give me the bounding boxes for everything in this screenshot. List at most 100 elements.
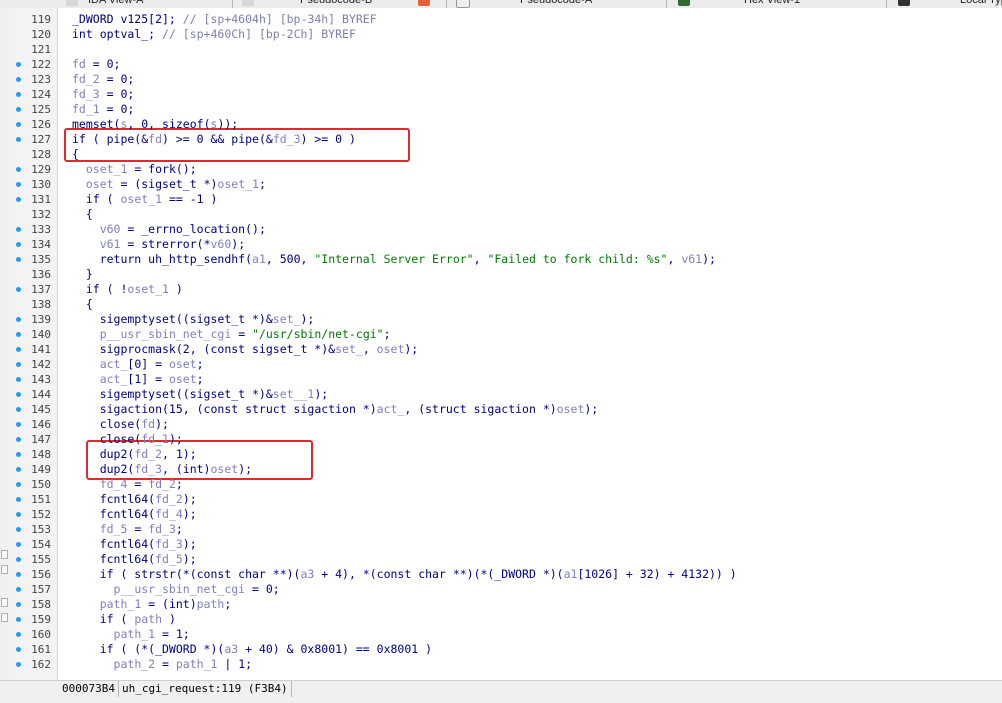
code-line[interactable]: {	[72, 147, 79, 162]
breakpoint-dot-icon[interactable]	[16, 107, 21, 112]
breakpoint-dot-icon[interactable]	[16, 647, 21, 652]
code-line[interactable]: close(fd_1);	[72, 432, 183, 447]
line-number: 124	[31, 88, 51, 101]
code-line[interactable]: dup2(fd_2, 1);	[72, 447, 197, 462]
breakpoint-dot-icon[interactable]	[16, 662, 21, 667]
breakpoint-dot-icon[interactable]	[16, 392, 21, 397]
line-number: 138	[31, 298, 51, 311]
code-line[interactable]: act_[0] = oset;	[72, 357, 204, 372]
line-number: 154	[31, 538, 51, 551]
line-number: 156	[31, 568, 51, 581]
breakpoint-dot-icon[interactable]	[16, 182, 21, 187]
breakpoint-dot-icon[interactable]	[16, 257, 21, 262]
code-line[interactable]: fcntl64(fd_4);	[72, 507, 197, 522]
breakpoint-dot-icon[interactable]	[16, 617, 21, 622]
breakpoint-dot-icon[interactable]	[16, 92, 21, 97]
line-number-row: 128	[9, 147, 57, 162]
code-line[interactable]: sigemptyset((sigset_t *)&set_);	[72, 312, 315, 327]
tab-ida-view-a[interactable]: IDA View-A	[88, 0, 143, 8]
code-line[interactable]: if ( path )	[72, 612, 176, 627]
breakpoint-dot-icon[interactable]	[16, 572, 21, 577]
tab-hex-view-1[interactable]: Hex View-1	[744, 0, 800, 8]
line-number-row: 123	[9, 72, 57, 87]
code-line[interactable]: fd_2 = 0;	[72, 72, 134, 87]
breakpoint-dot-icon[interactable]	[16, 632, 21, 637]
breakpoint-dot-icon[interactable]	[16, 377, 21, 382]
breakpoint-dot-icon[interactable]	[16, 512, 21, 517]
tab-pseudocode-b[interactable]: Pseudocode-B	[300, 0, 372, 8]
code-line[interactable]: sigemptyset((sigset_t *)&set__1);	[72, 387, 329, 402]
code-line[interactable]: return uh_http_sendhf(a1, 500, "Internal…	[72, 252, 716, 267]
code-line[interactable]: if ( !oset_1 )	[72, 282, 183, 297]
code-line[interactable]: if ( (*(_DWORD *)(a3 + 40) & 0x8001) == …	[72, 642, 432, 657]
code-line[interactable]: sigprocmask(2, (const sigset_t *)&set_, …	[72, 342, 419, 357]
code-line[interactable]: p__usr_sbin_net_cgi = "/usr/sbin/net-cgi…	[72, 327, 391, 342]
breakpoint-dot-icon[interactable]	[16, 332, 21, 337]
breakpoint-dot-icon[interactable]	[16, 527, 21, 532]
code-line[interactable]: memset(s, 0, sizeof(s));	[72, 117, 238, 132]
code-line[interactable]: fcntl64(fd_2);	[72, 492, 197, 507]
code-line[interactable]: _DWORD v125[2]; // [sp+4604h] [bp-34h] B…	[72, 12, 377, 27]
code-line[interactable]: {	[72, 297, 93, 312]
breakpoint-dot-icon[interactable]	[16, 137, 21, 142]
code-line[interactable]: fcntl64(fd_3);	[72, 537, 197, 552]
breakpoint-dot-icon[interactable]	[16, 317, 21, 322]
code-line[interactable]: fd = 0;	[72, 57, 120, 72]
code-line[interactable]: p__usr_sbin_net_cgi = 0;	[72, 582, 280, 597]
code-line[interactable]: fcntl64(fd_5);	[72, 552, 197, 567]
code-line[interactable]: path_2 = path_1 | 1;	[72, 657, 253, 672]
tab-pseudocode-a[interactable]: Pseudocode-A	[520, 0, 592, 8]
breakpoint-dot-icon[interactable]	[16, 452, 21, 457]
breakpoint-dot-icon[interactable]	[16, 167, 21, 172]
line-number-row: 125	[9, 102, 57, 117]
breakpoint-dot-icon[interactable]	[16, 587, 21, 592]
breakpoint-dot-icon[interactable]	[16, 362, 21, 367]
code-line[interactable]: oset_1 = fork();	[72, 162, 197, 177]
pseudocode-view[interactable]: _DWORD v125[2]; // [sp+4604h] [bp-34h] B…	[58, 8, 1002, 680]
breakpoint-dot-icon[interactable]	[16, 467, 21, 472]
breakpoint-dot-icon[interactable]	[16, 407, 21, 412]
breakpoint-dot-icon[interactable]	[16, 482, 21, 487]
breakpoint-dot-icon[interactable]	[16, 77, 21, 82]
line-number-row: 153	[9, 522, 57, 537]
line-number-row: 137	[9, 282, 57, 297]
breakpoint-dot-icon[interactable]	[16, 62, 21, 67]
code-line[interactable]: path_1 = (int)path;	[72, 597, 232, 612]
breakpoint-dot-icon[interactable]	[16, 602, 21, 607]
breakpoint-dot-icon[interactable]	[16, 242, 21, 247]
line-number: 160	[31, 628, 51, 641]
code-line[interactable]: fd_3 = 0;	[72, 87, 134, 102]
code-line[interactable]: act_[1] = oset;	[72, 372, 204, 387]
breakpoint-dot-icon[interactable]	[16, 227, 21, 232]
line-number: 128	[31, 148, 51, 161]
code-line[interactable]: {	[72, 207, 93, 222]
code-line[interactable]: sigaction(15, (const struct sigaction *)…	[72, 402, 599, 417]
code-line[interactable]: dup2(fd_3, (int)oset);	[72, 462, 252, 477]
breakpoint-dot-icon[interactable]	[16, 437, 21, 442]
code-line[interactable]: oset = (sigset_t *)oset_1;	[72, 177, 266, 192]
code-line[interactable]: fd_5 = fd_3;	[72, 522, 183, 537]
close-tab-icon[interactable]	[418, 0, 430, 6]
line-number: 144	[31, 388, 51, 401]
line-number: 159	[31, 613, 51, 626]
code-line[interactable]: if ( pipe(&fd) >= 0 && pipe(&fd_3) >= 0 …	[72, 132, 356, 147]
breakpoint-dot-icon[interactable]	[16, 557, 21, 562]
code-line[interactable]: fd_1 = 0;	[72, 102, 134, 117]
breakpoint-dot-icon[interactable]	[16, 497, 21, 502]
breakpoint-dot-icon[interactable]	[16, 287, 21, 292]
tab-local-types[interactable]: Local Types	[960, 0, 1002, 8]
breakpoint-dot-icon[interactable]	[16, 542, 21, 547]
code-line[interactable]: close(fd);	[72, 417, 169, 432]
breakpoint-dot-icon[interactable]	[16, 122, 21, 127]
code-line[interactable]: v61 = strerror(*v60);	[72, 237, 245, 252]
code-line[interactable]: path_1 = 1;	[72, 627, 190, 642]
breakpoint-dot-icon[interactable]	[16, 422, 21, 427]
breakpoint-dot-icon[interactable]	[16, 347, 21, 352]
code-line[interactable]: }	[72, 267, 93, 282]
code-line[interactable]: if ( strstr(*(const char **)(a3 + 4), *(…	[72, 567, 737, 582]
breakpoint-dot-icon[interactable]	[16, 197, 21, 202]
code-line[interactable]: if ( oset_1 == -1 )	[72, 192, 218, 207]
code-line[interactable]: int optval_; // [sp+460Ch] [bp-2Ch] BYRE…	[72, 27, 356, 42]
code-line[interactable]: fd_4 = fd_2;	[72, 477, 183, 492]
code-line[interactable]: v60 = _errno_location();	[72, 222, 266, 237]
